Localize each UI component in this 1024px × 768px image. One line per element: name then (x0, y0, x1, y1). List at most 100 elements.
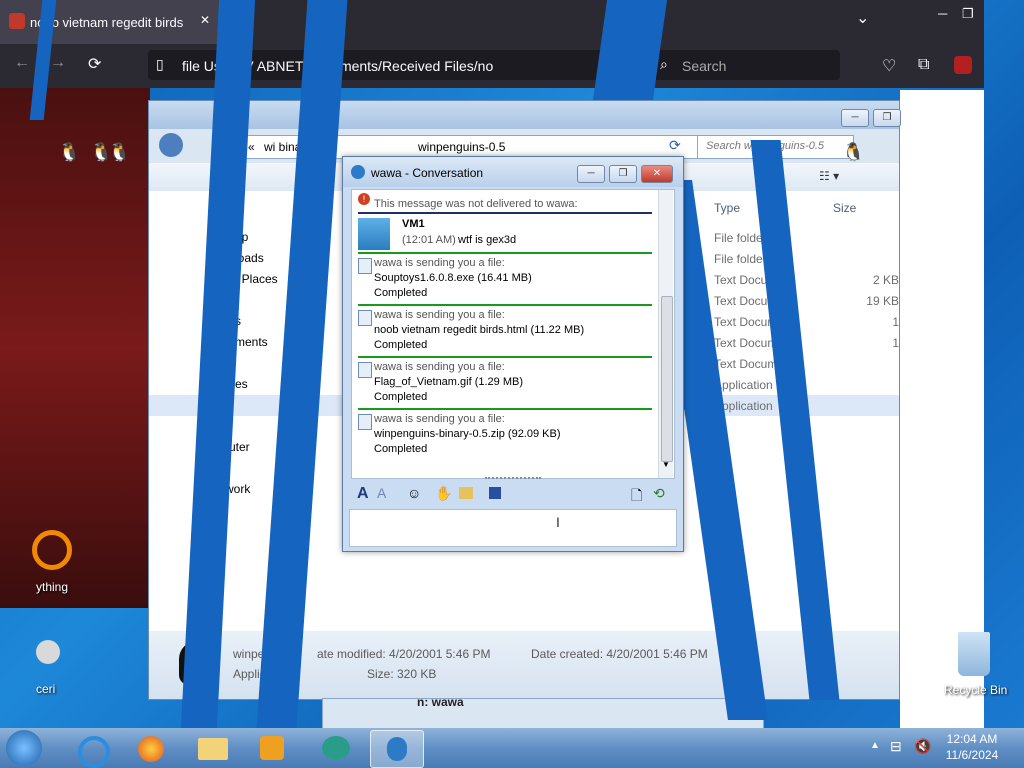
row-size: 1 (892, 315, 899, 329)
format-toolbar: A A ☺ ✋ 🗋 ⟲ (351, 483, 673, 507)
page-icon: ▯ (156, 56, 164, 72)
clock-time[interactable]: 12:04 AM (940, 732, 1004, 746)
column-header-type[interactable]: Type (714, 201, 740, 215)
view-icon[interactable]: ☷ ▾ (819, 169, 839, 183)
background-app-panel (0, 88, 150, 608)
desktop-icon-label: ything (36, 580, 69, 594)
recycle-bin-icon[interactable] (958, 632, 990, 676)
conversation-titlebar[interactable]: wawa - Conversation ─ ❐ ✕ (343, 157, 683, 187)
tab-list-chevron-icon[interactable]: ⌄ (856, 8, 869, 28)
back-icon[interactable] (159, 133, 183, 157)
transfer-header: wawa is sending you a file: (374, 413, 505, 425)
message-time: (12:01 AM) (402, 234, 456, 246)
message-text: wtf is gex3d (458, 234, 517, 246)
row-type: File folder (714, 252, 767, 266)
transfer-status: Completed (374, 443, 428, 455)
conversation-taskbar-button[interactable] (370, 730, 424, 768)
search-icon: ⌕ (660, 56, 668, 72)
nudge-icon[interactable]: ✋ (435, 485, 452, 502)
details-date-modified: ate modified: 4/20/2001 5:46 PM (317, 647, 491, 661)
transfer-header: wawa is sending you a file: (374, 257, 505, 269)
network-icon[interactable]: ⊟ (890, 738, 902, 755)
conversation-title: wawa - Conversation (371, 166, 484, 180)
row-size: 19 KB (866, 294, 899, 308)
scroll-down-icon[interactable]: ▼ (662, 460, 670, 469)
transfer-header: wawa is sending you a file: (374, 309, 505, 321)
nav-item[interactable]: uter (229, 440, 250, 454)
message-scrollbar[interactable]: ▼ (658, 190, 673, 478)
transfer-status: Completed (374, 391, 428, 403)
disc-icon[interactable] (36, 640, 60, 664)
error-icon: ! (358, 193, 370, 205)
not-delivered-notice: This message was not delivered to wawa: (374, 198, 578, 210)
pocket-icon[interactable]: ♡ (882, 56, 896, 76)
volume-muted-icon[interactable]: 🔇 (914, 738, 931, 755)
sender-avatar (358, 218, 390, 250)
explorer-minimize-button[interactable]: ─ (841, 109, 869, 127)
transfer-filename[interactable]: noob vietnam regedit birds.html (11.22 M… (374, 324, 584, 336)
save-icon[interactable] (489, 487, 501, 499)
maximize-button[interactable]: ❐ (609, 165, 637, 183)
breadcrumb-item[interactable]: winpenguins-0.5 (418, 140, 505, 154)
minimize-button[interactable]: ─ (577, 165, 605, 183)
transfer-filename[interactable]: Flag_of_Vietnam.gif (1.29 MB) (374, 376, 523, 388)
internet-explorer-icon[interactable] (64, 730, 116, 768)
messenger-icon (351, 165, 365, 179)
firefox-icon[interactable] (124, 730, 176, 766)
transfer-header: wawa is sending you a file: (374, 361, 505, 373)
window-minimize-icon[interactable]: ─ (938, 6, 947, 21)
message-separator (358, 304, 652, 306)
scrollbar-thumb[interactable] (661, 296, 673, 462)
folder-icon[interactable] (459, 487, 473, 499)
penguin-sprite: 🐧 (842, 142, 865, 162)
transfer-filename[interactable]: winpenguins-binary-0.5.zip (92.09 KB) (374, 428, 561, 440)
message-input[interactable]: I (349, 509, 677, 547)
breadcrumb-prefix: « (248, 140, 255, 154)
clock-date[interactable]: 11/6/2024 (940, 748, 1004, 762)
explorer-titlebar (149, 101, 899, 129)
messenger-app-icon[interactable] (310, 730, 362, 766)
show-hidden-icons[interactable]: ▲ (870, 740, 880, 751)
refresh-icon[interactable]: ⟳ (669, 137, 681, 154)
browser-search-input[interactable]: ⌕ Search (650, 50, 840, 80)
column-header-size[interactable]: Size (833, 201, 856, 215)
recycle-bin-label: Recycle Bin (944, 683, 1008, 697)
text-style-icon[interactable]: A (377, 485, 386, 501)
transfer-status: Completed (374, 339, 428, 351)
background-window-title: n: wawa (417, 695, 464, 709)
row-type: File folder (714, 231, 767, 245)
back-arrow-icon[interactable]: ← (14, 54, 30, 72)
tab-close-icon[interactable]: ✕ (200, 13, 210, 27)
font-icon[interactable]: A (357, 485, 369, 503)
media-player-icon[interactable] (246, 730, 298, 766)
search-placeholder: Search (682, 58, 727, 74)
window-restore-icon[interactable]: ❐ (962, 6, 974, 22)
transfer-status: Completed (374, 287, 428, 299)
browser-tab[interactable]: noob vietnam regedit birds ✕ (0, 0, 225, 44)
row-size: 2 KB (872, 273, 899, 287)
explorer-maximize-button[interactable]: ❐ (873, 109, 901, 127)
message-history: ! This message was not delivered to wawa… (351, 189, 675, 479)
text-cursor-icon: I (556, 514, 560, 530)
ublock-icon[interactable] (954, 56, 972, 74)
taskbar: ▲ ⊟ 🔇 12:04 AM 11/6/2024 (0, 728, 1024, 768)
reload-icon[interactable]: ⟳ (88, 54, 101, 74)
file-icon (358, 414, 372, 430)
extensions-icon[interactable]: ⧉ (918, 56, 929, 74)
row-size: 1 (892, 336, 899, 350)
emoticon-icon[interactable]: ☺ (407, 485, 421, 501)
search-everything-icon[interactable] (32, 530, 72, 570)
message-separator (358, 212, 652, 214)
file-explorer-icon[interactable] (186, 730, 238, 766)
close-button[interactable]: ✕ (641, 165, 673, 183)
start-button[interactable] (6, 730, 42, 766)
penguin-sprite: 🐧 (58, 142, 81, 162)
forward-arrow-icon[interactable]: → (50, 54, 66, 72)
transfer-filename[interactable]: Souptoys1.6.0.8.exe (16.41 MB) (374, 272, 532, 284)
penguin-sprite: 🐧 (108, 142, 131, 162)
send-file-icon[interactable]: 🗋 (631, 485, 642, 509)
history-icon[interactable]: ⟲ (653, 485, 665, 502)
file-icon (358, 258, 372, 274)
file-icon (358, 310, 372, 326)
browser-window: noob vietnam regedit birds ✕ + ⌄ ─ ❐ ← →… (0, 0, 984, 88)
